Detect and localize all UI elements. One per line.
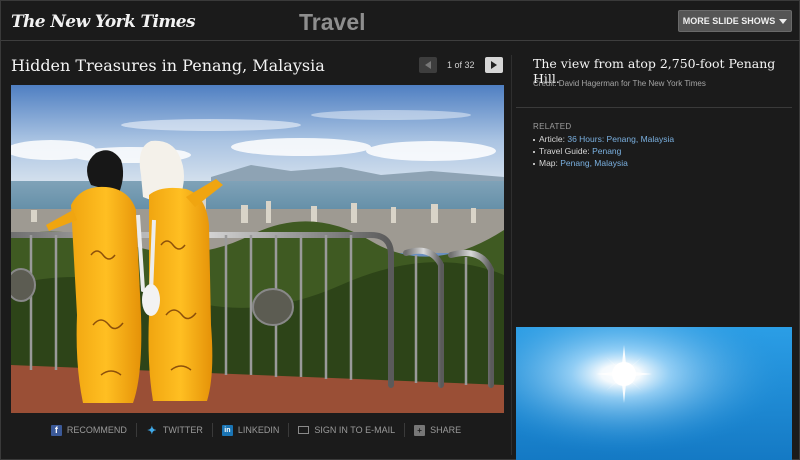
related-heading: RELATED — [533, 122, 572, 131]
linkedin-label: LINKEDIN — [237, 425, 280, 435]
more-slide-shows-button[interactable]: MORE SLIDE SHOWS — [678, 10, 792, 32]
share-bar: f RECOMMEND ✦ TWITTER in LINKEDIN SIGN I… — [1, 419, 511, 441]
slide-photo[interactable] — [11, 85, 504, 413]
slide-counter: 1 of 32 — [447, 59, 475, 70]
share-button[interactable]: + SHARE — [405, 424, 470, 436]
bullet-icon — [533, 150, 535, 153]
recommend-button[interactable]: f RECOMMEND — [42, 424, 136, 436]
section-title[interactable]: Travel — [299, 9, 366, 36]
related-article-link[interactable]: 36 Hours: Penang, Malaysia — [567, 134, 674, 144]
photo-credit: Credit: David Hagerman for The New York … — [533, 79, 706, 88]
related-item: Article: 36 Hours: Penang, Malaysia — [533, 133, 674, 145]
twitter-button[interactable]: ✦ TWITTER — [137, 424, 212, 437]
linkedin-icon: in — [221, 424, 233, 436]
related-item: Travel Guide: Penang — [533, 145, 674, 157]
email-label: SIGN IN TO E-MAIL — [314, 425, 396, 435]
bullet-icon — [533, 162, 535, 165]
related-item-prefix: Map: — [539, 158, 561, 168]
advertisement[interactable] — [516, 327, 792, 460]
twitter-label: TWITTER — [162, 425, 203, 435]
twitter-icon: ✦ — [147, 424, 157, 437]
email-button[interactable]: SIGN IN TO E-MAIL — [289, 425, 404, 435]
penang-hill-photo — [11, 85, 504, 413]
facebook-icon: f — [50, 424, 62, 436]
related-item-prefix: Article: — [539, 134, 568, 144]
next-slide-button[interactable] — [484, 56, 503, 73]
related-travel-guide-link[interactable]: Penang — [592, 146, 621, 156]
column-divider — [511, 55, 512, 455]
slideshow-window: The New York Times Travel MORE SLIDE SHO… — [0, 0, 800, 460]
slide-pager: 1 of 32 — [419, 56, 503, 73]
bullet-icon — [533, 138, 535, 141]
section-divider — [516, 107, 792, 108]
arrow-left-icon — [425, 60, 431, 69]
slideshow-title: Hidden Treasures in Penang, Malaysia — [11, 56, 325, 75]
email-icon — [298, 426, 310, 434]
arrow-right-icon — [490, 60, 497, 69]
share-icon: + — [414, 424, 426, 436]
related-item-prefix: Travel Guide: — [539, 146, 593, 156]
share-label: SHARE — [430, 425, 462, 435]
linkedin-button[interactable]: in LINKEDIN — [213, 424, 289, 436]
related-item: Map: Penang, Malaysia — [533, 157, 674, 169]
related-links: Article: 36 Hours: Penang, Malaysia Trav… — [533, 133, 674, 169]
sun-sky-image — [516, 327, 792, 460]
recommend-label: RECOMMEND — [66, 425, 127, 435]
header: The New York Times Travel MORE SLIDE SHO… — [1, 1, 800, 41]
more-slide-shows-label: MORE SLIDE SHOWS — [682, 16, 776, 26]
previous-slide-button[interactable] — [419, 56, 437, 73]
nyt-logo[interactable]: The New York Times — [11, 12, 196, 32]
chevron-down-icon — [779, 18, 788, 24]
related-map-link[interactable]: Penang, Malaysia — [560, 158, 628, 168]
